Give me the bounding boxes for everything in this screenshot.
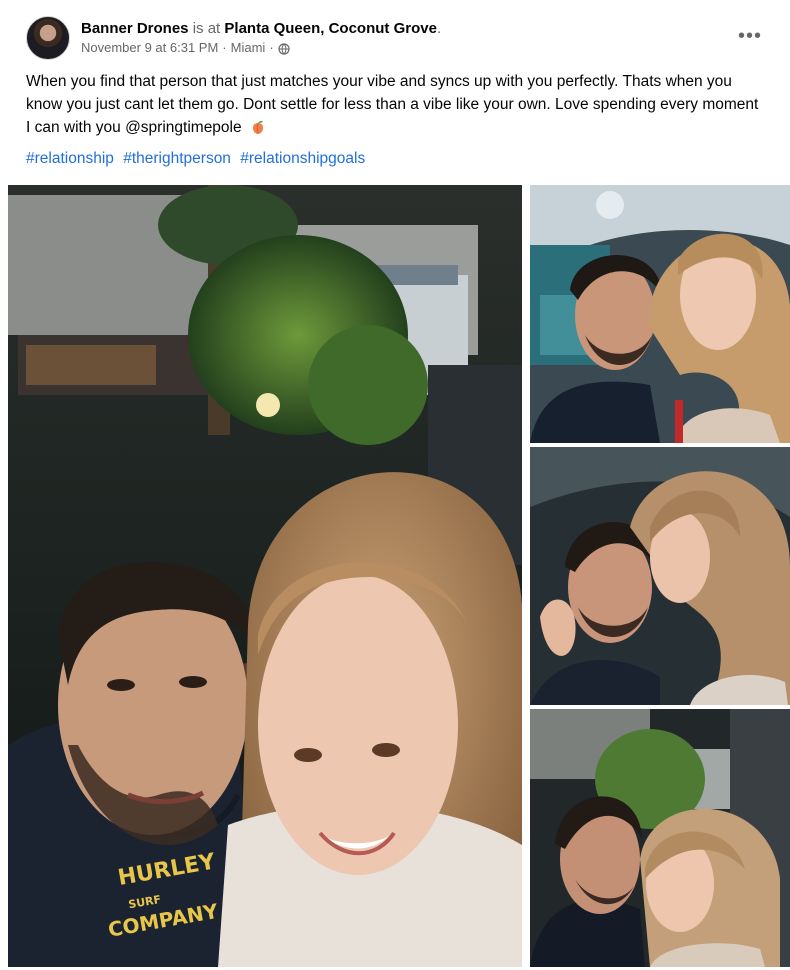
peach-emoji-icon xyxy=(250,119,266,142)
place-link[interactable]: Planta Queen, Coconut Grove xyxy=(224,20,437,37)
title-period: . xyxy=(436,20,442,37)
more-options-button[interactable]: ••• xyxy=(736,24,764,48)
hashtag-link[interactable]: #therightperson xyxy=(123,150,231,167)
main-photo[interactable]: HURLEY SURF COMPANY xyxy=(8,185,522,967)
hashtag-link[interactable]: #relationship xyxy=(26,150,114,167)
post-header: Banner Drones is at Planta Queen, Coconu… xyxy=(26,14,441,62)
post-meta: Banner Drones is at Planta Queen, Coconu… xyxy=(81,19,441,57)
side-photo-1[interactable] xyxy=(530,185,790,443)
photo-grid: HURLEY SURF COMPANY xyxy=(8,185,790,967)
facebook-post: Banner Drones is at Planta Queen, Coconu… xyxy=(0,0,790,970)
is-at-text: is at xyxy=(192,20,221,37)
subline-separator-1: · xyxy=(222,40,227,55)
author-avatar[interactable] xyxy=(26,16,70,60)
post-subline: November 9 at 6:31 PM · Miami · xyxy=(81,39,441,57)
side-photo-3[interactable] xyxy=(530,709,790,967)
author-name[interactable]: Banner Drones xyxy=(81,20,189,37)
post-title-line: Banner Drones is at Planta Queen, Coconu… xyxy=(81,19,441,39)
hashtag-list: #relationship #therightperson #relations… xyxy=(26,148,370,170)
post-text-block: When you find that person that just matc… xyxy=(26,70,766,142)
hashtag-link[interactable]: #relationshipgoals xyxy=(240,150,365,167)
post-text: When you find that person that just matc… xyxy=(26,73,759,136)
post-timestamp[interactable]: November 9 at 6:31 PM xyxy=(81,39,218,57)
post-location[interactable]: Miami xyxy=(231,39,266,57)
side-photo-2[interactable] xyxy=(530,447,790,705)
subline-separator-2: · xyxy=(269,40,274,55)
globe-icon[interactable] xyxy=(278,42,290,55)
